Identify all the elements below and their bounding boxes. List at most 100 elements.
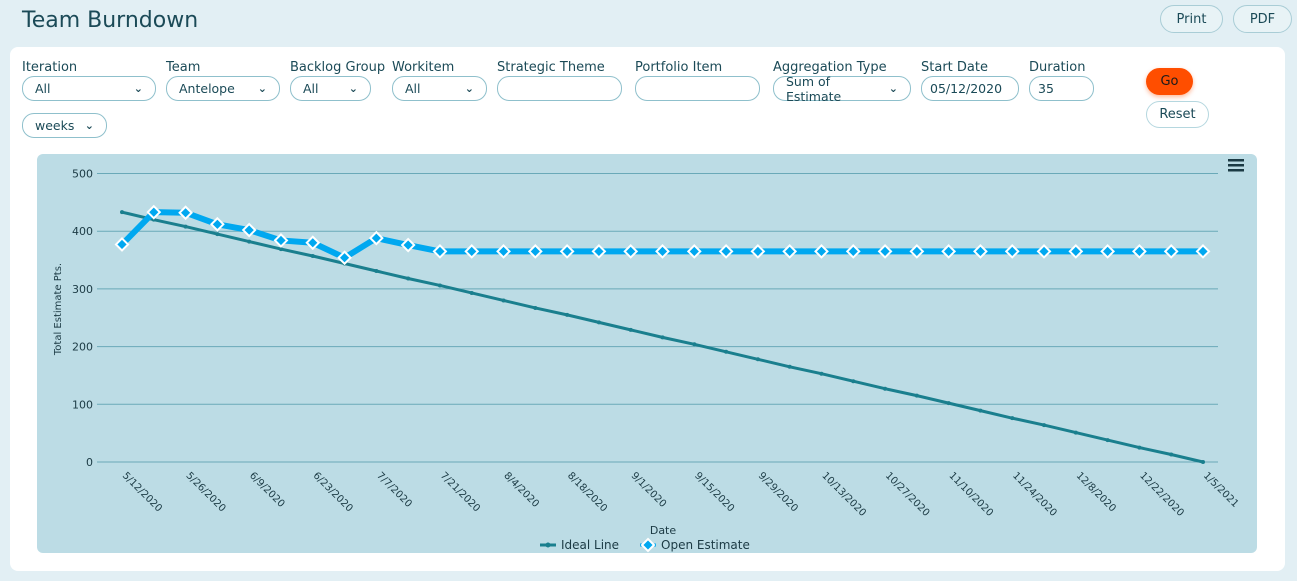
open-estimate-point[interactable] — [1195, 243, 1211, 259]
x-tick-label: 8/4/2020 — [501, 470, 541, 510]
ideal-point — [1105, 438, 1110, 443]
pdf-button[interactable]: PDF — [1233, 5, 1292, 33]
x-axis-label: Date — [650, 524, 677, 537]
print-button[interactable]: Print — [1160, 5, 1223, 33]
ideal-point — [120, 210, 124, 215]
ideal-point — [310, 254, 315, 259]
open-estimate-point[interactable] — [1004, 243, 1020, 259]
open-estimate-point[interactable] — [845, 243, 861, 259]
portfolio-item-input[interactable] — [635, 76, 760, 101]
start-date-label: Start Date — [921, 60, 988, 75]
go-button[interactable]: Go — [1146, 68, 1193, 95]
ideal-point — [946, 401, 951, 406]
x-tick-label: 12/8/2020 — [1074, 470, 1118, 514]
start-date-value: 05/12/2020 — [930, 81, 1003, 96]
open-estimate-point[interactable] — [1131, 243, 1147, 259]
aggregation-type-select[interactable]: Sum of Estimate ⌄ — [773, 73, 911, 104]
duration-filter: Duration 35 — [1029, 60, 1094, 101]
open-estimate-point[interactable] — [718, 243, 734, 259]
x-tick-label: 6/23/2020 — [311, 470, 355, 514]
open-estimate-point[interactable] — [655, 243, 670, 259]
open-estimate-point[interactable] — [559, 243, 575, 259]
open-estimate-point[interactable] — [400, 237, 416, 253]
open-estimate-point[interactable] — [432, 243, 448, 259]
backlog-group-label: Backlog Group — [290, 60, 386, 75]
duration-input[interactable]: 35 — [1029, 76, 1094, 101]
open-estimate-point[interactable] — [782, 243, 798, 259]
ideal-point — [692, 342, 697, 347]
unit-filter: weeks ⌄ — [22, 113, 107, 138]
open-estimate-point[interactable] — [464, 243, 480, 259]
menu-icon[interactable] — [1228, 159, 1244, 172]
aggregation-type-value: Sum of Estimate — [786, 73, 842, 104]
x-tick-label: 6/9/2020 — [247, 470, 287, 510]
y-tick-label: 200 — [72, 341, 93, 354]
open-estimate-point[interactable] — [1163, 243, 1179, 259]
open-estimate-point[interactable] — [1036, 243, 1052, 259]
ideal-point — [247, 239, 252, 244]
ideal-point — [406, 276, 411, 281]
ideal-point — [1010, 416, 1015, 421]
ideal-point — [914, 393, 919, 398]
ideal-point — [787, 364, 792, 369]
x-tick-label: 5/12/2020 — [120, 470, 164, 514]
strategic-theme-input[interactable] — [497, 76, 622, 101]
open-estimate-point[interactable] — [1068, 243, 1084, 259]
ideal-point — [628, 327, 633, 332]
chevron-down-icon: ⌄ — [888, 82, 898, 95]
portfolio-item-filter: Portfolio Item — [635, 60, 760, 101]
backlog-group-filter: Backlog Group All ⌄ — [290, 60, 385, 101]
svg-text:Open Estimate: Open Estimate — [661, 538, 750, 552]
ideal-point — [660, 335, 665, 340]
ideal-point — [1073, 430, 1078, 435]
open-estimate-point[interactable] — [527, 243, 543, 259]
x-tick-label: 7/7/2020 — [374, 470, 414, 510]
iteration-value: All — [35, 81, 51, 96]
ideal-point — [883, 386, 888, 391]
ideal-point — [1137, 445, 1142, 450]
open-estimate-point[interactable] — [877, 243, 893, 259]
workitem-select[interactable]: All ⌄ — [392, 76, 487, 101]
open-estimate-point[interactable] — [750, 243, 766, 259]
team-label: Team — [166, 60, 201, 75]
backlog-group-select[interactable]: All ⌄ — [290, 76, 371, 101]
ideal-point — [851, 379, 856, 384]
x-tick-label: 5/26/2020 — [183, 470, 227, 514]
open-estimate-point[interactable] — [623, 243, 639, 259]
legend-open-estimate[interactable]: Open Estimate — [640, 537, 750, 553]
x-tick-label: 7/21/2020 — [438, 470, 482, 514]
team-value: Antelope — [179, 81, 235, 96]
ideal-point — [183, 224, 188, 229]
iteration-filter: Iteration All ⌄ — [22, 60, 156, 101]
reset-button[interactable]: Reset — [1146, 101, 1209, 128]
open-estimate-point[interactable] — [591, 243, 607, 259]
legend-ideal-line[interactable]: Ideal Line — [540, 538, 619, 552]
open-estimate-point[interactable] — [1100, 243, 1116, 259]
burndown-chart: 0 100 200 300 400 500 5/12/2020 5/26/2020 6/9/20… — [37, 154, 1257, 553]
x-tick-label: 9/29/2020 — [756, 470, 800, 514]
chevron-down-icon: ⌄ — [464, 82, 474, 95]
x-tick-label: 9/1/2020 — [629, 470, 669, 510]
svg-text:Ideal Line: Ideal Line — [561, 538, 619, 552]
ideal-point — [565, 312, 570, 317]
ideal-point — [1169, 452, 1174, 457]
aggregation-type-filter: Aggregation Type Sum of Estimate ⌄ — [773, 60, 911, 104]
strategic-theme-filter: Strategic Theme — [497, 60, 622, 101]
unit-select[interactable]: weeks ⌄ — [22, 113, 107, 138]
iteration-select[interactable]: All ⌄ — [22, 76, 156, 101]
workitem-filter: Workitem All ⌄ — [392, 60, 487, 101]
open-estimate-point[interactable] — [909, 243, 925, 259]
backlog-group-value: All — [303, 81, 319, 96]
open-estimate-point[interactable] — [973, 243, 988, 259]
start-date-input[interactable]: 05/12/2020 — [921, 76, 1019, 101]
x-tick-label: 11/10/2020 — [947, 470, 996, 519]
open-estimate-point[interactable] — [814, 243, 829, 259]
ideal-point — [819, 371, 824, 376]
open-estimate-point[interactable] — [941, 243, 957, 259]
open-estimate-point[interactable] — [496, 243, 511, 259]
team-select[interactable]: Antelope ⌄ — [166, 76, 280, 101]
ideal-point — [755, 357, 760, 362]
open-estimate-point[interactable] — [686, 243, 702, 259]
chevron-down-icon: ⌄ — [257, 82, 267, 95]
duration-label: Duration — [1029, 60, 1086, 75]
